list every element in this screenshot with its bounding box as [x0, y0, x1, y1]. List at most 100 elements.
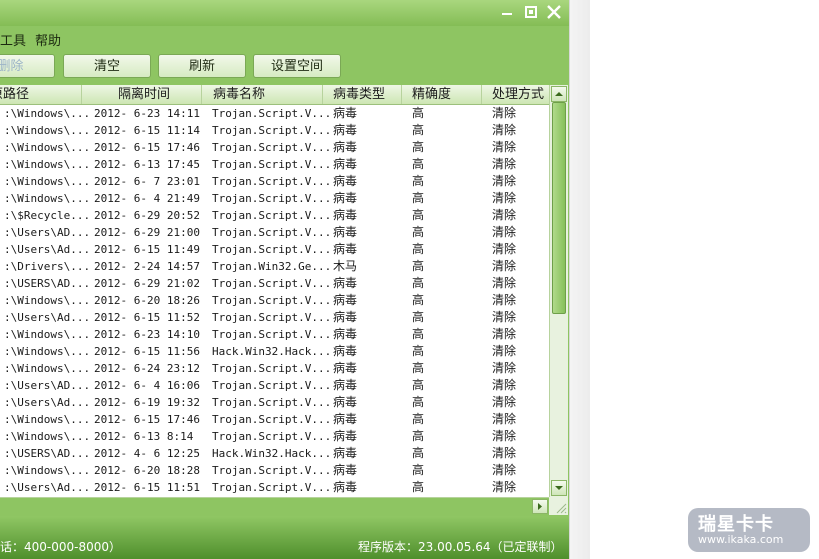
cell-virus-name: Trojan.Script.V...	[212, 107, 332, 120]
menu-tools[interactable]: 工具	[0, 30, 26, 49]
cell-virus-name: Trojan.Script.V...	[212, 379, 332, 392]
close-icon[interactable]	[545, 3, 563, 21]
table-row[interactable]: :\Windows\... 2012- 6- 7 23:01 Trojan.Scri…	[0, 173, 549, 190]
cell-virus-type: 病毒	[333, 361, 358, 375]
cell-accuracy: 高	[412, 480, 425, 494]
settings-space-button[interactable]: 设置空间	[253, 54, 341, 78]
table-row[interactable]: :\Windows\... 2012- 6-15 17:46 Trojan.Scri…	[0, 411, 549, 428]
column-header-accuracy[interactable]: 精确度	[402, 85, 482, 104]
cell-path: :\Windows\...	[4, 362, 91, 375]
minimize-icon[interactable]	[498, 3, 516, 21]
cell-time: 2012- 2-24 14:57	[94, 260, 200, 273]
cell-path: :\Users\Ad...	[4, 311, 91, 324]
program-version: 程序版本：23.00.05.64（已定联制）	[358, 540, 563, 554]
scroll-right-icon[interactable]	[532, 499, 548, 514]
scroll-down-icon[interactable]	[551, 480, 567, 496]
table-row[interactable]: :\Windows\... 2012- 6-15 11:56 Hack.Win32.…	[0, 343, 549, 360]
table-row[interactable]: :\Drivers\... 2012- 2-24 14:57 Trojan.Win3…	[0, 258, 549, 275]
delete-button[interactable]: 删除	[0, 54, 55, 78]
cell-path: :\Windows\...	[4, 294, 91, 307]
table-row[interactable]: :\Windows\... 2012- 6-13 17:45 Trojan.Scri…	[0, 156, 549, 173]
maximize-icon[interactable]	[522, 3, 540, 21]
cell-accuracy: 高	[412, 293, 425, 307]
cell-path: :\USERS\AD...	[4, 447, 91, 460]
cell-action: 清除	[492, 344, 517, 358]
resize-grip-icon[interactable]	[549, 497, 568, 515]
menu-help[interactable]: 帮助	[35, 30, 61, 49]
scroll-up-icon[interactable]	[551, 86, 567, 102]
title-bar	[0, 0, 569, 26]
cell-action: 清除	[492, 157, 517, 171]
cell-virus-type: 病毒	[333, 395, 358, 409]
table-row[interactable]: :\Windows\... 2012- 6-20 18:26 Trojan.Scri…	[0, 292, 549, 309]
table-row[interactable]: :\Windows\... 2012- 6-24 23:12 Trojan.Scri…	[0, 360, 549, 377]
refresh-button[interactable]: 刷新	[158, 54, 246, 78]
cell-virus-type: 病毒	[333, 242, 358, 256]
cell-virus-name: Trojan.Script.V...	[212, 141, 332, 154]
table-row[interactable]: :\$Recycle... 2012- 6-29 20:52 Trojan.Scri…	[0, 207, 549, 224]
cell-accuracy: 高	[412, 344, 425, 358]
cell-path: :\$Recycle...	[4, 209, 91, 222]
cell-virus-type: 病毒	[333, 344, 358, 358]
table-row[interactable]: :\Users\Ad... 2012- 6-19 19:32 Trojan.Scri…	[0, 394, 549, 411]
cell-virus-name: Trojan.Script.V...	[212, 175, 332, 188]
column-header-path[interactable]: 原路径	[0, 85, 82, 104]
table-row[interactable]: :\USERS\AD... 2012- 4- 6 12:25 Hack.Win32.…	[0, 445, 549, 462]
cell-action: 清除	[492, 480, 517, 494]
cell-accuracy: 高	[412, 310, 425, 324]
table-row[interactable]: :\Users\AD... 2012- 6-29 21:00 Trojan.Scri…	[0, 224, 549, 241]
cell-virus-type: 病毒	[333, 157, 358, 171]
cell-accuracy: 高	[412, 157, 425, 171]
cell-time: 2012- 6-15 11:49	[94, 243, 200, 256]
cell-time: 2012- 6-20 18:28	[94, 464, 200, 477]
table-row[interactable]: :\Windows\... 2012- 6- 4 21:49 Trojan.Scri…	[0, 190, 549, 207]
cell-accuracy: 高	[412, 276, 425, 290]
column-header-virus-name[interactable]: 病毒名称	[202, 85, 323, 104]
table-row[interactable]: :\Windows\... 2012- 6-20 18:28 Trojan.Scri…	[0, 462, 549, 479]
column-header-virus-type[interactable]: 病毒类型	[323, 85, 402, 104]
watermark-url: www.ikaka.com	[698, 533, 784, 546]
cell-time: 2012- 6-29 21:00	[94, 226, 200, 239]
cell-virus-type: 木马	[333, 259, 358, 273]
table-row[interactable]: :\USERS\AD... 2012- 6-29 21:02 Trojan.Scri…	[0, 275, 549, 292]
table-row[interactable]: :\Users\AD... 2012- 6- 4 16:06 Trojan.Scri…	[0, 377, 549, 394]
table-row[interactable]: :\Users\Ad... 2012- 6-15 11:51 Trojan.Scri…	[0, 479, 549, 496]
cell-virus-name: Trojan.Script.V...	[212, 294, 332, 307]
cell-virus-name: Trojan.Script.V...	[212, 464, 332, 477]
cell-accuracy: 高	[412, 242, 425, 256]
cell-virus-type: 病毒	[333, 123, 358, 137]
cell-accuracy: 高	[412, 361, 425, 375]
cell-action: 清除	[492, 327, 517, 341]
cell-accuracy: 高	[412, 463, 425, 477]
cell-virus-name: Trojan.Win32.Ge...	[212, 260, 332, 273]
cell-time: 2012- 6-15 11:51	[94, 481, 200, 494]
vertical-scrollbar[interactable]	[549, 85, 568, 497]
clear-button[interactable]: 清空	[63, 54, 151, 78]
cell-path: :\Windows\...	[4, 175, 91, 188]
cell-accuracy: 高	[412, 174, 425, 188]
cell-virus-type: 病毒	[333, 191, 358, 205]
table-row[interactable]: :\Users\Ad... 2012- 6-15 11:49 Trojan.Scri…	[0, 241, 549, 258]
cell-time: 2012- 6-15 17:46	[94, 141, 200, 154]
cell-path: :\Windows\...	[4, 124, 91, 137]
table-row[interactable]: :\Windows\... 2012- 6-15 11:14 Trojan.Scri…	[0, 122, 549, 139]
table-row[interactable]: :\Users\Ad... 2012- 6-15 11:52 Trojan.Scri…	[0, 309, 549, 326]
cell-time: 2012- 6- 7 23:01	[94, 175, 200, 188]
horizontal-scrollbar[interactable]	[0, 497, 549, 515]
table-row[interactable]: :\Windows\... 2012- 6-13 8:14 Trojan.Scrip…	[0, 428, 549, 445]
column-header-time[interactable]: 隔离时间	[82, 85, 202, 104]
table-row[interactable]: :\Windows\... 2012- 6-23 14:10 Trojan.Scri…	[0, 326, 549, 343]
table-row[interactable]: :\Windows\... 2012- 6-15 17:46 Trojan.Scri…	[0, 139, 549, 156]
cell-path: :\Windows\...	[4, 192, 91, 205]
column-header-action[interactable]: 处理方式	[482, 85, 549, 104]
watermark-logo: 瑞星卡卡 www.ikaka.com	[688, 508, 810, 552]
cell-path: :\Users\AD...	[4, 226, 91, 239]
table-body: :\Windows\... 2012- 6-23 14:11 Trojan.Scri…	[0, 105, 549, 496]
cell-virus-name: Trojan.Script.V...	[212, 311, 332, 324]
cell-virus-type: 病毒	[333, 174, 358, 188]
table-row[interactable]: :\Windows\... 2012- 6-23 14:11 Trojan.Scri…	[0, 105, 549, 122]
cell-virus-type: 病毒	[333, 429, 358, 443]
scroll-thumb[interactable]	[552, 102, 566, 314]
cell-time: 2012- 6-15 11:14	[94, 124, 200, 137]
cell-time: 2012- 6-29 21:02	[94, 277, 200, 290]
